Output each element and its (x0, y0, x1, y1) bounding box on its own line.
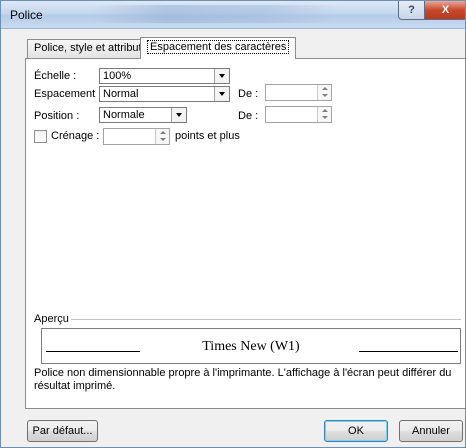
spin-down-icon (322, 94, 328, 97)
preview-note: Police non dimensionnable propre à l'imp… (34, 367, 452, 392)
position-select[interactable]: Normale (99, 107, 187, 123)
chevron-down-icon (214, 87, 229, 101)
preview-box: Times New (W1) (41, 328, 461, 364)
espacement-de-spinner[interactable] (265, 84, 332, 101)
position-value: Normale (103, 109, 145, 121)
preview-separator (71, 319, 461, 320)
spinner-buttons[interactable] (317, 107, 331, 122)
crenage-checkbox[interactable] (34, 130, 47, 143)
crenage-spinner[interactable] (103, 128, 170, 145)
spinner-buttons[interactable] (155, 129, 169, 144)
preview-rule-right (359, 351, 458, 352)
espacement-select[interactable]: Normal (99, 86, 230, 102)
espacement-label: Espacement : (34, 88, 102, 100)
spin-down-icon (160, 138, 166, 141)
espacement-value: Normal (103, 88, 139, 100)
spin-up-icon (160, 131, 166, 134)
echelle-label: Échelle : (34, 70, 77, 82)
position-de-label: De : (238, 110, 259, 122)
spin-up-icon (322, 109, 328, 112)
position-label: Position : (34, 110, 80, 122)
preview-sample-text: Times New (W1) (202, 339, 300, 354)
chevron-down-icon (214, 69, 229, 83)
position-de-spinner[interactable] (265, 106, 332, 123)
font-dialog: Police ? X Police, style et attributs Es… (0, 0, 466, 448)
echelle-value: 100% (103, 70, 132, 82)
spin-down-icon (322, 116, 328, 119)
crenage-label: Crénage : (51, 130, 100, 142)
spin-up-icon (322, 87, 328, 90)
espacement-de-label: De : (238, 88, 259, 100)
echelle-select[interactable]: 100% (99, 68, 230, 84)
chevron-down-icon (171, 108, 186, 122)
preview-label: Aperçu (34, 313, 69, 325)
crenage-suffix: points et plus (175, 130, 240, 142)
spinner-buttons[interactable] (317, 85, 331, 100)
